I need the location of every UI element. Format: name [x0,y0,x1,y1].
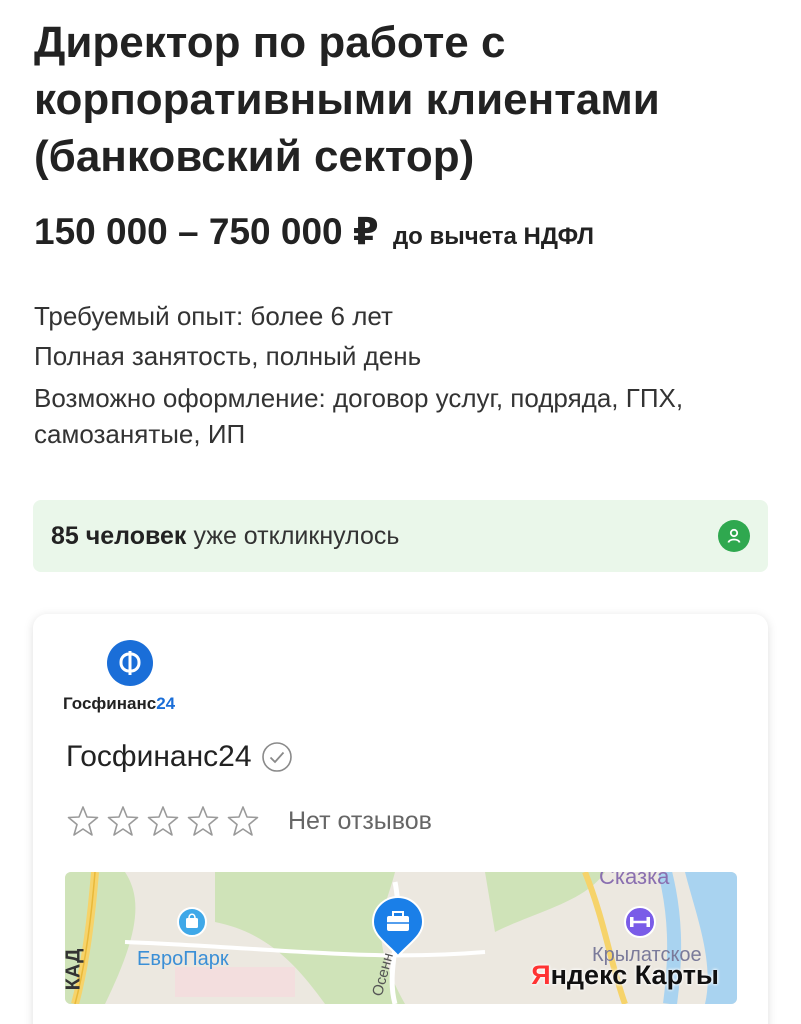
responses-banner: 85 человек уже откликнулось [33,500,768,572]
yandex-maps-logo: Яндекс Карты [531,960,719,991]
star-icon [67,806,99,836]
map-label-kad: КАД [65,948,85,991]
company-card[interactable]: Госфинанс24 Госфинанс24 Нет отзывов Сказ… [33,614,768,1024]
map-label-skazka: Сказка [599,872,670,889]
company-rating[interactable]: Нет отзывов [66,804,432,838]
company-logo-wordmark: Госфинанс24 [63,694,175,714]
brand-rest: ндекс Карты [550,960,719,990]
vacancy-title: Директор по работе с корпоративными клие… [34,18,660,181]
star-icon [227,806,259,836]
star-icon [107,806,139,836]
person-icon [718,520,750,552]
responses-count: 85 человек [51,521,187,550]
company-name[interactable]: Госфинанс24 [66,740,252,774]
logo-number: 24 [156,694,176,713]
salary-range: 150 000 – 750 000 ₽ [34,211,379,252]
check-circle-icon [261,742,292,772]
company-logo[interactable]: Госфинанс24 [63,636,213,716]
vacancy-details: Требуемый опыт: более 6 лет Полная занят… [34,296,774,452]
responses-text: уже откликнулось [193,521,400,550]
company-logo-mark [107,640,153,686]
star-icon [147,806,179,836]
employment-text: Полная занятость, полный день [34,341,422,371]
sport-pin-icon [624,906,656,938]
experience-text: Требуемый опыт: более 6 лет [34,301,393,331]
company-name-row[interactable]: Госфинанс24 [66,740,294,774]
salary-note: до вычета НДФЛ [392,223,595,250]
logo-text: Госфинанс [63,694,157,713]
brand-first-letter: Я [531,960,551,990]
company-map[interactable]: Сказка ЕвроПарк Крылатское КАД Осенн Янд… [65,872,737,1004]
star-icon [187,806,219,836]
shop-pin-icon [177,907,207,937]
map-label-europark: ЕвроПарк [137,948,229,970]
salary: 150 000 – 750 000 ₽ до вычета НДФЛ [34,210,594,253]
reviews-text[interactable]: Нет отзывов [288,807,432,836]
contract-text: Возможно оформление: договор услуг, подр… [34,383,684,449]
